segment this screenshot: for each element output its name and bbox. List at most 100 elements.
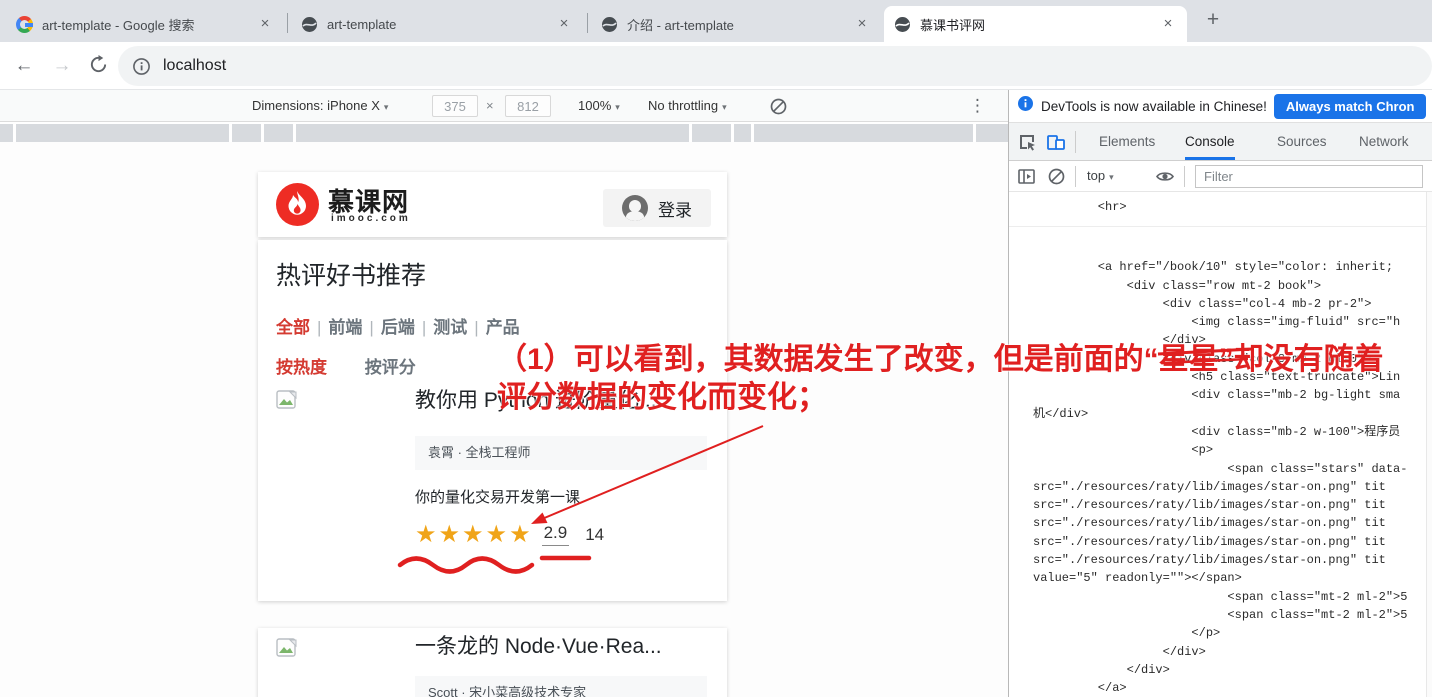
site-header: 慕课网 imooc.com 登录 [258, 172, 727, 237]
tab-sources[interactable]: Sources [1277, 123, 1327, 160]
console-line: </div> [1033, 662, 1170, 677]
filter-separator: | [369, 318, 374, 337]
tab-strip: art-template - Google 搜索 × art-template … [0, 0, 1432, 42]
book-title-link[interactable]: 一条龙的 Node·Vue·Rea... [415, 630, 715, 660]
reload-icon[interactable] [84, 50, 112, 78]
devtools-panel: DevTools is now available in Chinese! Al… [1008, 90, 1432, 697]
console-line: <div class="col-4 mb-2 pr-2"> [1033, 296, 1372, 311]
console-sidebar-icon[interactable] [1018, 168, 1035, 185]
device-zoom-select[interactable]: 100% ▾ [578, 98, 620, 113]
browser-window: art-template - Google 搜索 × art-template … [0, 0, 1432, 697]
tab-network[interactable]: Network [1359, 123, 1409, 160]
tab-mooc-book-review[interactable]: 慕课书评网 × [884, 6, 1187, 42]
console-line: src="./resources/raty/lib/images/star-on… [1033, 479, 1386, 494]
throttling-select[interactable]: No throttling ▾ [648, 98, 727, 113]
tab-elements[interactable]: Elements [1099, 123, 1155, 160]
console-line: <img class="img-fluid" src="h [1033, 315, 1401, 330]
device-toolbar-toggle-icon[interactable] [1046, 132, 1066, 152]
tab-separator [587, 13, 588, 33]
toolbar-separator [1075, 131, 1076, 153]
book-title-link[interactable]: 教你用 Python 进阶量化... [415, 384, 715, 414]
inspect-element-icon[interactable] [1017, 132, 1037, 152]
console-filter-input[interactable] [1195, 165, 1423, 188]
tab-art-template[interactable]: art-template × [291, 6, 583, 42]
url-text: localhost [163, 57, 227, 74]
mq-tick [293, 124, 296, 142]
console-line: src="./resources/raty/lib/images/star-on… [1033, 553, 1386, 568]
tab-console[interactable]: Console [1185, 123, 1235, 160]
filter-testing[interactable]: 测试 [433, 318, 467, 337]
filter-frontend[interactable]: 前端 [328, 318, 362, 337]
console-line: <span class="mt-2 ml-2">5 [1033, 589, 1408, 604]
brand-domain: imooc.com [331, 213, 411, 224]
console-line: 机</div> [1033, 406, 1089, 421]
device-height-input[interactable] [505, 95, 551, 117]
filter-all[interactable]: 全部 [276, 318, 310, 337]
chevron-down-icon: ▾ [722, 102, 727, 112]
mq-tick [229, 124, 232, 142]
google-favicon-icon [16, 15, 33, 33]
close-icon[interactable]: × [853, 15, 871, 33]
console-line: <div class="row mt-2 book"> [1033, 278, 1322, 293]
media-query-bar[interactable] [0, 124, 1008, 142]
console-lines: <a href="/book/10" style="color: inherit… [1009, 227, 1432, 697]
console-line: <div class="mb-2 w-100">程序员 [1033, 424, 1401, 439]
rating-count: 14 [585, 524, 605, 544]
live-expression-eye-icon[interactable] [1156, 168, 1174, 185]
kebab-menu-icon[interactable]: ⋮ [969, 95, 986, 117]
globe-favicon-icon [601, 16, 618, 33]
console-line: <span class="stars" data- [1033, 461, 1408, 476]
close-icon[interactable]: × [256, 15, 274, 33]
star-icon: ★ [438, 521, 463, 548]
rotate-icon[interactable] [770, 98, 787, 118]
sort-by-rating[interactable]: 按评分 [365, 358, 416, 377]
console-scrollbar[interactable] [1426, 192, 1432, 697]
info-icon [1018, 96, 1033, 116]
dimensions-times-label: × [486, 98, 494, 113]
tab-google-search[interactable]: art-template - Google 搜索 × [6, 6, 284, 42]
sort-bar: 按热度 按评分 [276, 353, 416, 378]
forward-icon[interactable]: → [48, 52, 76, 80]
mq-tick [13, 124, 16, 142]
devtools-notification-bar: DevTools is now available in Chinese! Al… [1009, 90, 1432, 123]
book-author-badge: Scott · 宋小菜高级技术专家 [415, 676, 707, 697]
imooc-logo-icon[interactable] [276, 183, 319, 226]
sort-by-heat[interactable]: 按热度 [276, 358, 327, 377]
login-label: 登录 [658, 200, 692, 220]
devtools-tab-bar: Elements Console Sources Network [1009, 123, 1432, 161]
close-icon[interactable]: × [1159, 15, 1177, 33]
context-selector[interactable]: top ▾ [1087, 168, 1114, 183]
chevron-down-icon: ▾ [1109, 172, 1114, 182]
device-dimensions-select[interactable]: Dimensions: iPhone X ▾ [252, 98, 388, 113]
star-icon: ★ [462, 521, 486, 548]
always-match-language-button[interactable]: Always match Chron [1273, 93, 1427, 119]
device-toolbar: Dimensions: iPhone X▾ × 100%▾ No throttl… [0, 90, 1008, 122]
console-line: <h5 class="text-truncate">Lin [1033, 370, 1401, 385]
back-icon[interactable]: ← [10, 52, 38, 80]
tab-intro-art-template[interactable]: 介绍 - art-template × [591, 6, 881, 42]
tab-separator [287, 13, 288, 33]
device-width-input[interactable] [432, 95, 478, 117]
filter-backend[interactable]: 后端 [381, 318, 415, 337]
notification-text: DevTools is now available in Chinese! [1041, 98, 1267, 114]
console-line: </p> [1033, 626, 1221, 641]
broken-image-icon [276, 390, 298, 416]
toolbar-separator [1075, 166, 1076, 187]
book-description[interactable]: 你的量化交易开发第一课 [415, 486, 580, 507]
console-line: src="./resources/raty/lib/images/star-on… [1033, 498, 1386, 513]
globe-favicon-icon [894, 16, 911, 33]
login-button[interactable]: 登录 [603, 189, 711, 227]
page-info-icon[interactable] [133, 57, 150, 75]
new-tab-button[interactable]: + [1198, 7, 1228, 35]
tab-title: art-template - Google 搜索 [42, 17, 195, 33]
filter-product[interactable]: 产品 [486, 318, 520, 337]
category-filter-bar: 全部 | 前端 | 后端 | 测试 | 产品 [276, 313, 520, 338]
url-field[interactable]: localhost [118, 46, 1432, 86]
chevron-down-icon: ▾ [615, 102, 620, 112]
rating-value: 2.9 [541, 523, 570, 546]
globe-favicon-icon [301, 16, 318, 33]
star-icon: ★ [415, 521, 439, 548]
close-icon[interactable]: × [555, 15, 573, 33]
clear-console-icon[interactable] [1048, 168, 1065, 185]
tab-title: art-template [327, 16, 397, 32]
